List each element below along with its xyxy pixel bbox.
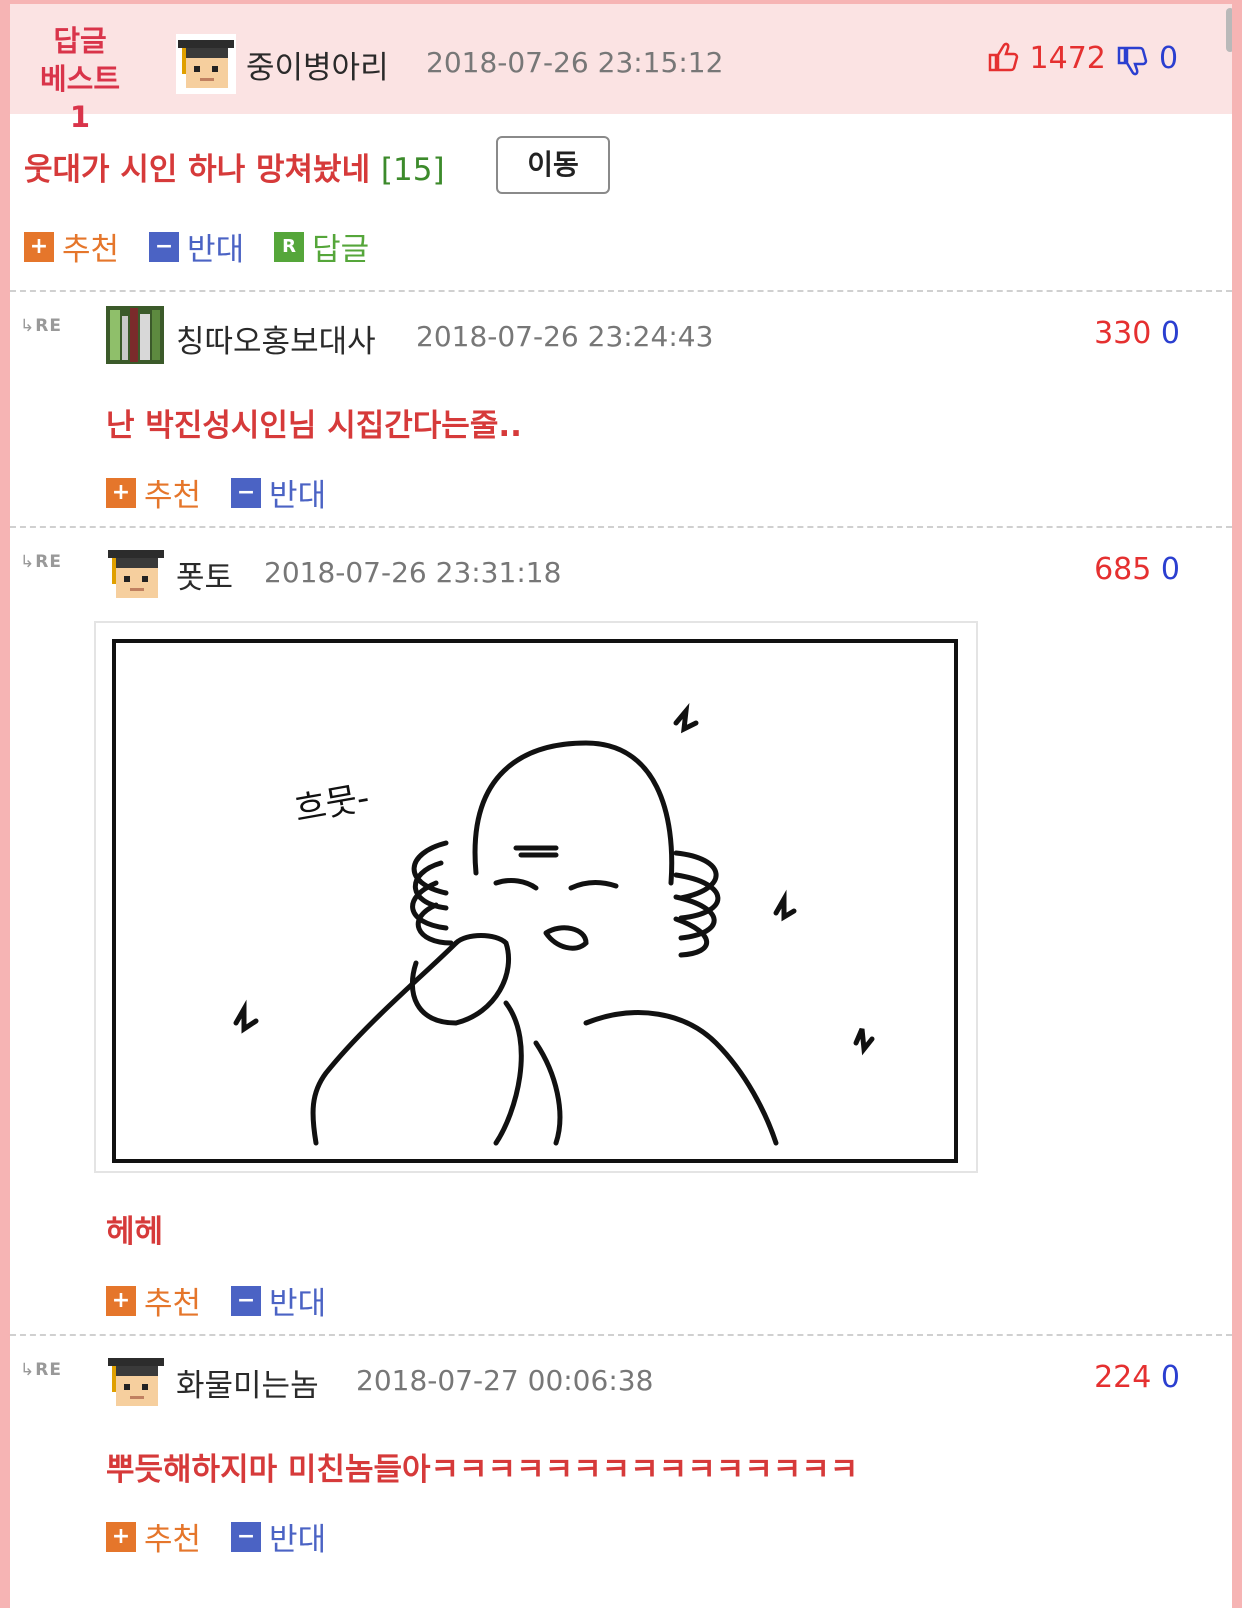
re-label: RE (35, 552, 62, 572)
comment-text: 뿌듯해하지마 미친놈들아ㅋㅋㅋㅋㅋㅋㅋㅋㅋㅋㅋㅋㅋㅋㅋ (106, 1452, 859, 1488)
minus-icon: − (231, 477, 262, 508)
user-photo-avatar[interactable] (106, 306, 164, 364)
plus-icon: + (106, 1285, 136, 1316)
divider (10, 526, 1232, 528)
re-label: RE (35, 1360, 62, 1380)
comment-votes: 330 0 (1094, 316, 1180, 351)
comment-datetime: 2018-07-27 00:06:38 (356, 1364, 654, 1397)
post-comment-count: [15] (380, 152, 445, 188)
comment-votes: 685 0 (1094, 552, 1180, 587)
best-badge-line2: 베스트1 (39, 62, 121, 134)
best-datetime: 2018-07-26 23:15:12 (426, 46, 724, 79)
comment-actions: + 추천 − 반대 (106, 1278, 326, 1323)
best-upvote-count: 1472 (1029, 41, 1106, 76)
reply-r-icon: R (274, 231, 305, 262)
graduate-avatar[interactable] (106, 544, 166, 604)
reply-arrow-icon: ↳RE (20, 1360, 62, 1380)
cartoon-panel: 흐뭇- (112, 639, 958, 1163)
reply-arrow-icon: ↳RE (20, 552, 62, 572)
best-downvote-count: 0 (1159, 41, 1179, 76)
comment-datetime: 2018-07-26 23:31:18 (264, 556, 562, 589)
comment-upvote-count: 685 (1094, 552, 1152, 587)
best-nickname[interactable]: 중이병아리 (246, 42, 389, 87)
comment-downvote-count: 0 (1160, 1360, 1180, 1395)
plus-icon: + (106, 477, 136, 508)
comment-nickname[interactable]: 폿토 (176, 552, 233, 597)
oppose-button[interactable]: − 반대 (231, 1514, 326, 1559)
recommend-button[interactable]: + 추천 (106, 1514, 201, 1559)
comment-image[interactable]: 흐뭇- (94, 621, 978, 1173)
oppose-button[interactable]: − 반대 (149, 224, 244, 269)
recommend-label: 추천 (144, 1286, 202, 1322)
comment-nickname[interactable]: 칭따오홍보대사 (176, 316, 376, 361)
comment-votes: 224 0 (1094, 1360, 1180, 1395)
reply-label: 답글 (312, 232, 370, 268)
plus-icon: + (24, 231, 54, 262)
cartoon-caption: 흐뭇- (292, 778, 373, 830)
comment-datetime: 2018-07-26 23:24:43 (416, 320, 714, 353)
page: 답글 베스트1 중이병아리 2018-07-26 23:15:12 1472 0 (10, 4, 1232, 1608)
comment-upvote-count: 330 (1094, 316, 1152, 351)
comment-nickname[interactable]: 화물미는놈 (176, 1360, 319, 1405)
comment-text: 헤헤 (106, 1214, 164, 1250)
best-reply-header: 답글 베스트1 중이병아리 2018-07-26 23:15:12 1472 0 (10, 4, 1232, 134)
oppose-label: 반대 (269, 1286, 327, 1322)
oppose-label: 반대 (187, 232, 245, 268)
recommend-button[interactable]: + 추천 (106, 470, 201, 515)
scrollbar[interactable] (1226, 8, 1232, 52)
oppose-label: 반대 (269, 1522, 327, 1558)
reply-button[interactable]: R 답글 (274, 224, 369, 269)
best-badge-line1: 답글 (53, 24, 107, 58)
graduate-avatar[interactable] (176, 34, 236, 94)
minus-icon: − (149, 231, 180, 262)
recommend-button[interactable]: + 추천 (106, 1278, 201, 1323)
comment-actions: + 추천 − 반대 (106, 1514, 326, 1559)
graduate-avatar[interactable] (106, 1352, 166, 1412)
recommend-label: 추천 (144, 1522, 202, 1558)
minus-icon: − (231, 1285, 262, 1316)
re-label: RE (35, 316, 62, 336)
thumbs-up-icon[interactable] (986, 40, 1020, 74)
best-badge: 답글 베스트1 (30, 22, 130, 136)
divider (10, 290, 1232, 292)
reply-arrow-icon: ↳RE (20, 316, 62, 336)
minus-icon: − (231, 1521, 262, 1552)
move-button[interactable]: 이동 (496, 136, 610, 194)
post-title-link[interactable]: 웃대가 시인 하나 망쳐놨네 [15] (24, 144, 445, 189)
post-title[interactable]: 웃대가 시인 하나 망쳐놨네 (24, 152, 370, 188)
comment-downvote-count: 0 (1160, 552, 1180, 587)
best-votes: 1472 0 (986, 40, 1178, 78)
comment-downvote-count: 0 (1160, 316, 1180, 351)
oppose-button[interactable]: − 반대 (231, 1278, 326, 1323)
divider (10, 1334, 1232, 1336)
plus-icon: + (106, 1521, 136, 1552)
recommend-button[interactable]: + 추천 (24, 224, 119, 269)
recommend-label: 추천 (144, 478, 202, 514)
comment-text: 난 박진성시인님 시집간다는줄.. (106, 408, 522, 444)
comment-actions: + 추천 − 반대 (106, 470, 326, 515)
best-actions: + 추천 − 반대 R 답글 (24, 224, 369, 269)
oppose-button[interactable]: − 반대 (231, 470, 326, 515)
comment-upvote-count: 224 (1094, 1360, 1152, 1395)
thumbs-down-icon[interactable] (1115, 44, 1149, 78)
oppose-label: 반대 (269, 478, 327, 514)
bald-man-cartoon: 흐뭇- (233, 703, 875, 1146)
recommend-label: 추천 (62, 232, 120, 268)
